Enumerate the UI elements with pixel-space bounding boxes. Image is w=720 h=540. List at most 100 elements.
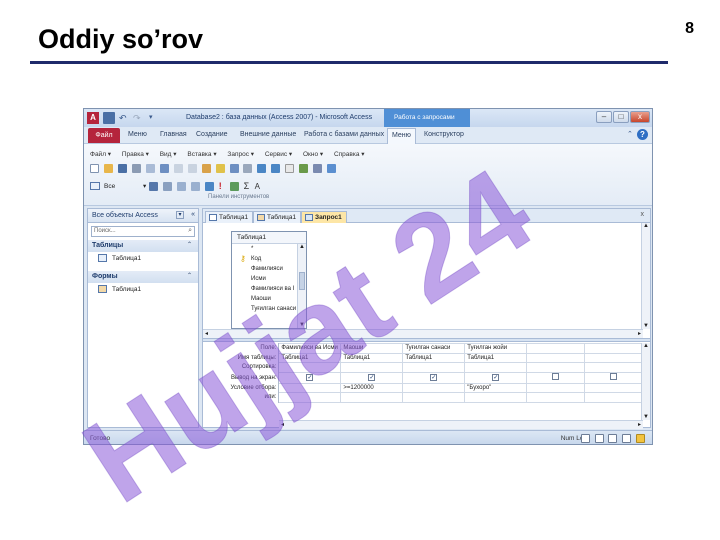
- scroll-thumb[interactable]: [299, 272, 305, 290]
- menu-query[interactable]: Запрос ▾: [227, 151, 254, 158]
- grid-cell-criteria[interactable]: [584, 382, 643, 393]
- cut-icon[interactable]: [173, 164, 183, 173]
- grid-cell-field[interactable]: Туғилган санаси: [402, 343, 466, 354]
- spelling-icon[interactable]: [159, 164, 169, 173]
- chevron-up-icon[interactable]: ⌃: [187, 241, 192, 248]
- maximize-button[interactable]: □: [613, 111, 629, 123]
- top-values-select[interactable]: Все ▾: [90, 182, 146, 190]
- pivot-table-view-icon[interactable]: [594, 434, 604, 443]
- grid-cell-field[interactable]: Фамилияси ва Исми: [278, 343, 342, 354]
- grid-cell-or[interactable]: [584, 392, 643, 403]
- grid-cell-criteria[interactable]: "Бухоро": [464, 382, 528, 393]
- builder-icon[interactable]: [299, 164, 309, 173]
- grid-cell-table[interactable]: [584, 352, 643, 363]
- file-tab[interactable]: Файл: [88, 128, 120, 143]
- save-icon[interactable]: [117, 164, 127, 173]
- search-icon[interactable]: ⌕: [188, 227, 192, 235]
- field-item[interactable]: Фамилияси ва I: [232, 284, 306, 294]
- grid-cell-field[interactable]: [526, 343, 586, 354]
- menu-view[interactable]: Вид ▾: [160, 151, 177, 158]
- show-checkbox[interactable]: [552, 373, 560, 380]
- tab-menu-active[interactable]: Меню: [387, 128, 416, 144]
- design-view-icon[interactable]: [636, 434, 645, 443]
- pivot-chart-view-icon[interactable]: [608, 434, 618, 443]
- grid-cell-criteria[interactable]: [278, 382, 342, 393]
- grid-cell-table[interactable]: [526, 352, 586, 363]
- grid-vscroll[interactable]: ▲ ▼: [641, 343, 650, 420]
- nav-search-input[interactable]: Поиск... ⌕: [91, 226, 195, 237]
- grid-cell-or[interactable]: [402, 392, 466, 403]
- field-item[interactable]: Исми: [232, 274, 306, 284]
- undo-icon[interactable]: [229, 164, 239, 173]
- show-checkbox[interactable]: [610, 373, 618, 380]
- grid-cell-table[interactable]: Таблица1: [340, 352, 404, 363]
- scroll-right-icon[interactable]: ▸: [638, 330, 641, 337]
- doc-tab-query1[interactable]: Запрос1: [301, 211, 347, 223]
- doc-tab-table1[interactable]: Таблица1: [205, 211, 254, 223]
- grid-cell-field[interactable]: Маоши: [340, 343, 404, 354]
- menu-file[interactable]: Файл ▾: [90, 151, 111, 158]
- show-table-icon[interactable]: [149, 181, 158, 191]
- chevron-up-icon[interactable]: ⌃: [187, 272, 192, 279]
- field-list-table1[interactable]: Таблица1 * ⚷ Код Фамилияси Исми Фамилияс…: [231, 231, 307, 329]
- grid-cell-or[interactable]: [464, 392, 528, 403]
- nav-group-forms[interactable]: Формы ⌃: [88, 271, 198, 283]
- ribbon-minimize-icon[interactable]: ⌃: [627, 130, 633, 138]
- redo-icon[interactable]: [243, 164, 253, 173]
- menu-edit[interactable]: Правка ▾: [122, 151, 149, 158]
- upper-pane-hscroll[interactable]: ◂ ▸: [203, 329, 643, 338]
- datasheet-view-icon[interactable]: [580, 434, 590, 443]
- show-checkbox[interactable]: ✓: [430, 373, 438, 381]
- field-list-scrollbar[interactable]: ▲ ▼: [297, 244, 306, 328]
- scroll-up-icon[interactable]: ▲: [642, 343, 650, 349]
- relationships-icon[interactable]: [313, 164, 323, 173]
- scroll-left-icon[interactable]: ◂: [205, 330, 208, 337]
- upper-pane-vscroll[interactable]: ▲ ▼: [641, 223, 650, 329]
- scroll-down-icon[interactable]: ▼: [642, 323, 650, 329]
- paste-icon[interactable]: [201, 164, 211, 173]
- grid-cell-field[interactable]: [584, 343, 643, 354]
- chevron-down-icon[interactable]: ▾: [176, 211, 184, 219]
- run-icon[interactable]: !: [219, 181, 228, 191]
- menu-tools[interactable]: Сервис ▾: [265, 151, 292, 158]
- show-checkbox[interactable]: ✓: [368, 373, 376, 381]
- show-checkbox[interactable]: ✓: [306, 373, 314, 381]
- properties-icon[interactable]: [285, 164, 295, 173]
- show-checkbox[interactable]: ✓: [492, 373, 500, 381]
- pane-splitter[interactable]: [203, 338, 650, 342]
- grid-cell-table[interactable]: Таблица1: [402, 352, 466, 363]
- help-icon[interactable]: ?: [637, 129, 648, 140]
- grid-cell-sort[interactable]: [464, 362, 528, 373]
- quick-access-dropdown-icon[interactable]: ▾: [149, 112, 161, 124]
- grid-cell-sort[interactable]: [402, 362, 466, 373]
- grid-cell-or[interactable]: [526, 392, 586, 403]
- grid-cell-criteria[interactable]: [526, 382, 586, 393]
- view-icon[interactable]: [271, 164, 281, 173]
- scroll-up-icon[interactable]: ▲: [642, 223, 650, 229]
- text-size-icon[interactable]: A: [255, 182, 264, 191]
- close-document-icon[interactable]: x: [641, 211, 645, 218]
- scroll-up-icon[interactable]: ▲: [298, 244, 306, 250]
- grid-cell-criteria[interactable]: >=1200000: [340, 382, 404, 393]
- sort-asc-icon[interactable]: [176, 181, 186, 191]
- tab-database-tools[interactable]: Работа с базами данных: [304, 131, 384, 138]
- open-icon[interactable]: [103, 164, 113, 173]
- save-icon[interactable]: [103, 112, 115, 124]
- sql-view-icon[interactable]: [622, 434, 632, 443]
- grid-hscroll[interactable]: ◂ ▸: [279, 420, 643, 429]
- minimize-button[interactable]: –: [596, 111, 612, 123]
- sort-desc-icon[interactable]: [190, 181, 200, 191]
- scroll-left-icon[interactable]: ◂: [281, 421, 284, 428]
- show-table-2-icon[interactable]: [229, 181, 239, 191]
- scroll-right-icon[interactable]: ▸: [638, 421, 641, 428]
- scroll-down-icon[interactable]: ▼: [642, 414, 650, 420]
- collapse-pane-icon[interactable]: «: [191, 211, 195, 218]
- field-item[interactable]: Туғилган санаси: [232, 304, 306, 314]
- grid-cell-sort[interactable]: [584, 362, 643, 373]
- tab-external-data[interactable]: Внешние данные: [240, 131, 296, 138]
- nav-group-tables[interactable]: Таблицы ⌃: [88, 240, 198, 252]
- tab-designer[interactable]: Конструктор: [424, 131, 464, 138]
- menu-window[interactable]: Окно ▾: [303, 151, 323, 158]
- grid-cell-sort[interactable]: [340, 362, 404, 373]
- grid-cell-or[interactable]: [340, 392, 404, 403]
